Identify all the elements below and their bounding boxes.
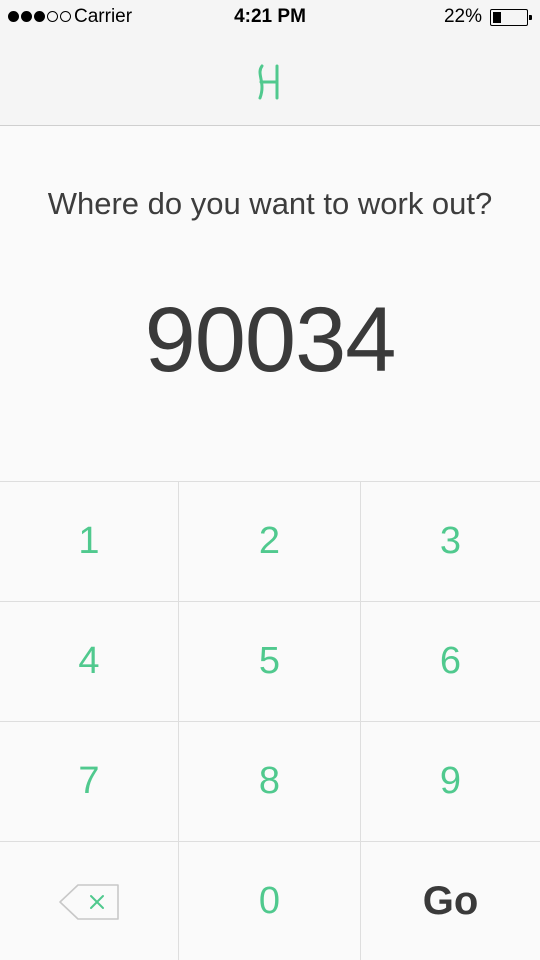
key-4[interactable]: 4 (0, 602, 179, 721)
battery-level (493, 12, 501, 23)
number-keypad: 1 2 3 4 5 6 7 8 9 0 Go (0, 481, 540, 960)
key-2[interactable]: 2 (179, 482, 361, 601)
key-1[interactable]: 1 (0, 482, 179, 601)
keypad-row: 1 2 3 (0, 482, 540, 602)
keypad-row: 4 5 6 (0, 602, 540, 722)
key-7[interactable]: 7 (0, 722, 179, 841)
nav-bar (0, 36, 540, 126)
zip-code-display: 90034 (144, 289, 397, 391)
battery-icon (490, 9, 532, 26)
brand-logo-icon (258, 64, 279, 100)
backspace-icon (59, 883, 119, 920)
key-6[interactable]: 6 (361, 602, 540, 721)
keypad-row: 7 8 9 (0, 722, 540, 842)
backspace-button[interactable] (0, 842, 179, 960)
go-button[interactable]: Go (361, 842, 540, 960)
key-8[interactable]: 8 (179, 722, 361, 841)
battery-percent: 22% (443, 6, 482, 27)
keypad-row: 0 Go (0, 842, 540, 960)
status-bar: Carrier 4:21 PM 22% (0, 0, 540, 36)
key-9[interactable]: 9 (361, 722, 540, 841)
key-3[interactable]: 3 (361, 482, 540, 601)
key-0[interactable]: 0 (179, 842, 361, 960)
key-5[interactable]: 5 (179, 602, 361, 721)
location-prompt: Where do you want to work out? (47, 186, 493, 221)
